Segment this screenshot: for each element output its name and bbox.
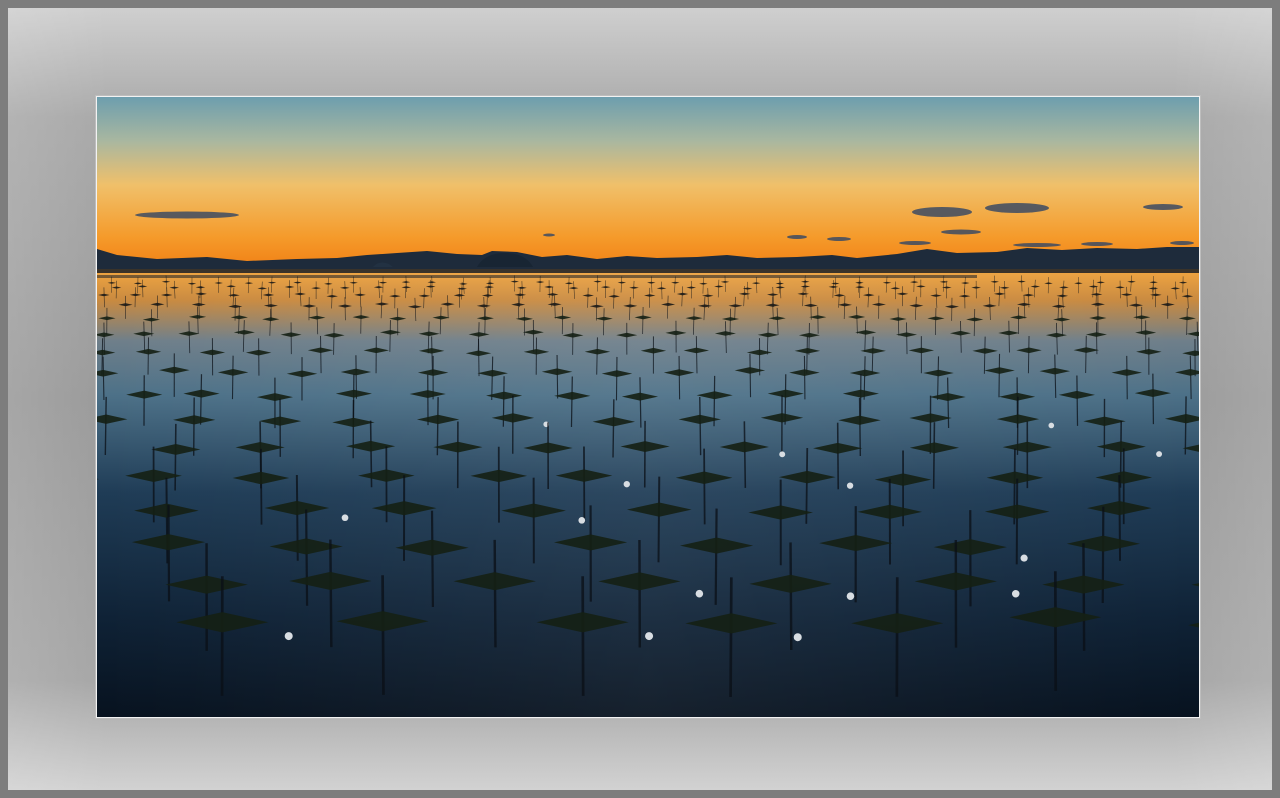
pole bbox=[165, 477, 169, 564]
buoy bbox=[623, 481, 630, 488]
buoy bbox=[578, 516, 586, 524]
pole bbox=[333, 323, 335, 355]
seascape-photo bbox=[97, 97, 1199, 717]
pole bbox=[484, 307, 486, 335]
pole bbox=[858, 397, 862, 457]
pole bbox=[1082, 543, 1086, 651]
pole bbox=[1184, 396, 1187, 455]
pole bbox=[1152, 373, 1155, 425]
pole bbox=[381, 575, 385, 695]
pole bbox=[570, 376, 573, 427]
pole bbox=[104, 396, 107, 456]
pole bbox=[329, 539, 333, 648]
pole bbox=[556, 355, 559, 399]
pole bbox=[1085, 335, 1087, 373]
buoy bbox=[793, 633, 802, 642]
pole bbox=[678, 355, 681, 400]
pole bbox=[703, 448, 706, 525]
pole bbox=[906, 322, 908, 355]
pole bbox=[493, 539, 497, 648]
pole bbox=[260, 448, 263, 525]
picture-frame bbox=[0, 0, 1280, 798]
buoy bbox=[645, 632, 654, 641]
pole bbox=[320, 335, 322, 374]
pole bbox=[998, 353, 1001, 398]
pole bbox=[103, 322, 105, 355]
buoy bbox=[695, 589, 704, 598]
pole bbox=[749, 353, 752, 398]
photo-border bbox=[96, 96, 1200, 718]
buoy bbox=[1156, 451, 1163, 458]
pole bbox=[729, 577, 733, 697]
pole bbox=[581, 576, 585, 696]
pole bbox=[174, 423, 177, 491]
pole bbox=[743, 421, 747, 488]
buoy bbox=[1048, 422, 1055, 429]
pole bbox=[478, 338, 480, 377]
buoy bbox=[284, 632, 293, 641]
pole bbox=[430, 510, 435, 607]
pole bbox=[657, 476, 661, 563]
pole bbox=[167, 505, 171, 602]
buoy bbox=[341, 514, 349, 522]
pole bbox=[695, 336, 698, 374]
pole bbox=[806, 336, 808, 374]
pole bbox=[836, 422, 840, 490]
pole bbox=[699, 397, 702, 456]
pole bbox=[932, 422, 936, 489]
pole bbox=[714, 508, 718, 605]
buoy bbox=[1011, 590, 1020, 598]
pole bbox=[1076, 375, 1079, 426]
buoy bbox=[846, 482, 854, 489]
pole bbox=[305, 509, 309, 606]
pole bbox=[231, 355, 234, 400]
pole bbox=[612, 399, 615, 458]
buoy bbox=[779, 451, 786, 458]
pole bbox=[615, 356, 618, 401]
buoy bbox=[846, 592, 855, 600]
pole bbox=[389, 320, 391, 352]
buoy bbox=[1020, 554, 1028, 562]
pole bbox=[789, 542, 793, 651]
pole bbox=[1027, 335, 1030, 374]
